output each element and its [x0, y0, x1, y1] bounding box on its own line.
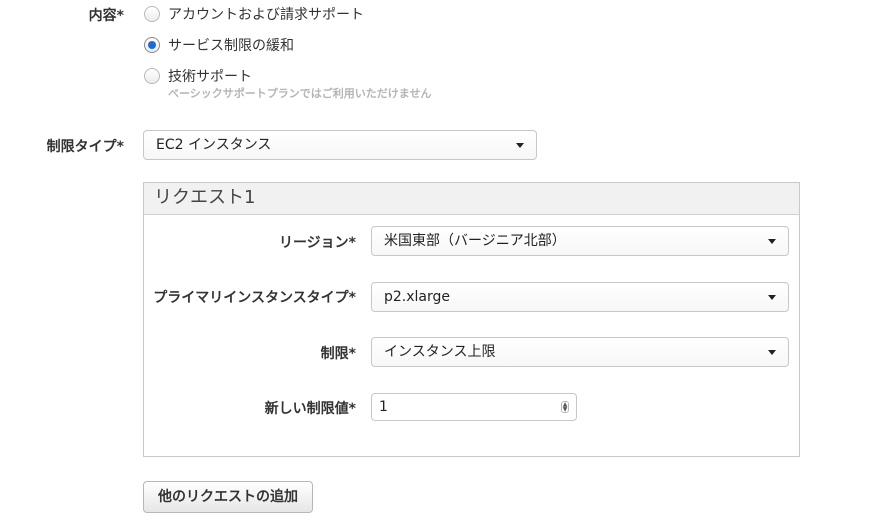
region-label: リージョン*: [278, 235, 356, 251]
radio-technical-support-label[interactable]: 技術サポート: [168, 66, 252, 86]
technical-support-hint: ベーシックサポートプランではご利用いただけません: [168, 87, 432, 100]
chevron-down-icon: [516, 143, 524, 148]
radio-account-billing[interactable]: [144, 6, 160, 22]
radio-service-limit-label[interactable]: サービス制限の緩和: [168, 35, 294, 55]
instance-type-label: プライマリインスタンスタイプ*: [153, 290, 356, 306]
limit-select[interactable]: インスタンス上限: [371, 337, 789, 367]
chevron-down-icon: [768, 295, 776, 300]
limit-label: 制限*: [320, 346, 356, 362]
content-label: 内容*: [88, 8, 124, 24]
instance-type-select[interactable]: p2.xlarge: [371, 282, 789, 312]
limit-type-label: 制限タイプ*: [46, 139, 124, 155]
new-limit-value: 1: [379, 399, 388, 415]
add-request-button[interactable]: 他のリクエストの追加: [143, 481, 313, 513]
region-select[interactable]: 米国東部（バージニア北部）: [371, 226, 789, 256]
radio-service-limit[interactable]: [144, 37, 160, 53]
region-value: 米国東部（バージニア北部）: [384, 233, 566, 249]
stepper-icon[interactable]: ▲ ▼: [561, 401, 569, 413]
limit-type-value: EC2 インスタンス: [156, 137, 272, 153]
new-limit-label: 新しい制限値*: [264, 401, 356, 417]
limit-value: インスタンス上限: [384, 344, 496, 360]
new-limit-input[interactable]: 1 ▲ ▼: [371, 393, 577, 421]
radio-account-billing-label[interactable]: アカウントおよび請求サポート: [168, 4, 364, 24]
limit-type-select[interactable]: EC2 インスタンス: [143, 130, 537, 160]
chevron-down-icon: [768, 350, 776, 355]
request-panel-title: リクエスト1: [144, 183, 799, 215]
chevron-down-icon: [768, 239, 776, 244]
radio-technical-support[interactable]: [144, 68, 160, 84]
instance-type-value: p2.xlarge: [384, 289, 451, 305]
